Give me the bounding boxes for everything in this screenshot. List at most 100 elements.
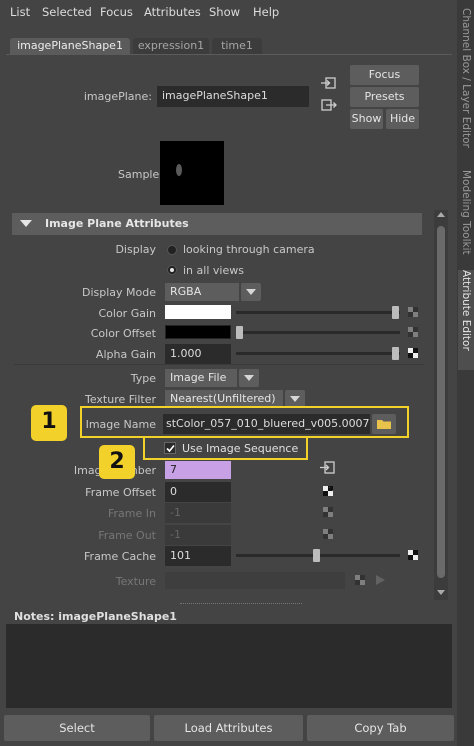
frame-cache-field[interactable]: 101: [165, 546, 231, 566]
frame-in-map-icon[interactable]: [323, 507, 333, 517]
display-mode-label: Display Mode: [81, 286, 156, 299]
menu-show[interactable]: Show: [209, 5, 240, 19]
frame-offset-map-icon[interactable]: [323, 486, 333, 496]
image-name-field[interactable]: stColor_057_010_bluered_v005.0007.jpg: [163, 414, 370, 434]
menu-help[interactable]: Help: [253, 5, 279, 19]
frame-out-label: Frame Out: [98, 529, 156, 542]
select-button[interactable]: Select: [4, 715, 150, 741]
tab-attribute-editor[interactable]: Attribute Editor: [458, 270, 474, 370]
annotation-badge-1: 1: [31, 405, 67, 441]
alpha-gain-slider-handle[interactable]: [392, 347, 399, 360]
frame-offset-field[interactable]: 0: [165, 482, 231, 502]
color-gain-label: Color Gain: [98, 307, 156, 320]
radio-in-all-views[interactable]: [167, 265, 177, 275]
type-label: Type: [130, 372, 156, 385]
image-name-label: Image Name: [85, 418, 156, 431]
frame-out-field[interactable]: -1: [165, 525, 231, 545]
color-offset-slider[interactable]: [236, 331, 400, 334]
notes-textarea[interactable]: [6, 624, 452, 708]
use-image-sequence-label: Use Image Sequence: [182, 442, 299, 455]
radio-looking-through-camera[interactable]: [167, 245, 177, 255]
frame-in-label: Frame In: [108, 507, 156, 520]
menu-list[interactable]: List: [10, 5, 30, 19]
tab-channel-box-label: Channel Box / Layer Editor: [460, 8, 472, 148]
scroll-thumb[interactable]: [437, 226, 445, 578]
notes-title: Notes: imagePlaneShape1: [14, 610, 177, 623]
tab-channel-box[interactable]: Channel Box / Layer Editor: [458, 8, 474, 158]
type-dropdown[interactable]: Image File: [165, 369, 237, 387]
scroll-down-icon[interactable]: [437, 590, 445, 595]
alpha-gain-map-icon[interactable]: [408, 348, 418, 358]
annotation-badge-2: 2: [99, 445, 135, 479]
checkmark-icon: [166, 444, 175, 453]
menu-bar: List Selected Focus Attributes Show Help: [0, 0, 458, 24]
display-mode-dropdown[interactable]: RGBA: [165, 283, 239, 301]
color-offset-map-icon[interactable]: [408, 327, 418, 337]
frame-offset-label: Frame Offset: [85, 486, 156, 499]
chevron-down-icon: [290, 396, 300, 402]
copy-tab-button[interactable]: Copy Tab: [307, 715, 454, 741]
imageplane-field[interactable]: imagePlaneShape1: [157, 86, 309, 107]
alpha-gain-label: Alpha Gain: [95, 348, 156, 361]
scrollbar[interactable]: [434, 210, 448, 600]
texture-map-icon[interactable]: [355, 575, 365, 585]
color-offset-slider-handle[interactable]: [236, 326, 243, 339]
display-opt2-label: in all views: [183, 264, 244, 277]
frame-in-field[interactable]: -1: [165, 503, 231, 523]
use-image-sequence-checkbox[interactable]: [164, 442, 176, 454]
texture-field[interactable]: [165, 572, 345, 589]
color-gain-map-icon[interactable]: [408, 307, 418, 317]
folder-icon: [377, 420, 391, 429]
color-gain-slider[interactable]: [236, 311, 400, 314]
load-attributes-button[interactable]: Load Attributes: [154, 715, 303, 741]
color-offset-swatch[interactable]: [165, 325, 231, 339]
tab-expression1[interactable]: expression1: [133, 38, 209, 54]
frame-cache-label: Frame Cache: [84, 550, 156, 563]
display-mode-arrow-button[interactable]: [241, 283, 261, 301]
texture-label: Texture: [115, 575, 156, 588]
chevron-down-icon: [244, 375, 254, 381]
color-gain-slider-handle[interactable]: [392, 306, 399, 319]
hide-button[interactable]: Hide: [386, 109, 419, 129]
display-label: Display: [115, 243, 156, 256]
tab-attribute-editor-label: Attribute Editor: [460, 270, 472, 351]
alpha-gain-slider[interactable]: [236, 352, 400, 355]
texture-filter-label: Texture Filter: [84, 393, 156, 406]
show-button[interactable]: Show: [350, 109, 383, 129]
texture-connection-icon[interactable]: [373, 573, 389, 587]
sample-swatch: [160, 141, 224, 205]
menu-focus[interactable]: Focus: [100, 5, 133, 19]
color-offset-label: Color Offset: [90, 327, 156, 340]
sample-preview-icon: [176, 164, 182, 176]
tab-time1[interactable]: time1: [212, 38, 262, 54]
tab-divider: [6, 54, 452, 55]
output-connection-icon[interactable]: [321, 99, 337, 111]
frame-cache-slider-handle[interactable]: [313, 549, 320, 562]
color-gain-swatch[interactable]: [165, 305, 231, 319]
pane-splitter[interactable]: [180, 603, 302, 606]
section-title: Image Plane Attributes: [45, 217, 189, 230]
section-divider: [14, 364, 424, 365]
sample-label: Sample: [118, 168, 160, 181]
imageplane-label: imagePlane:: [83, 90, 152, 103]
alpha-gain-field[interactable]: 1.000: [165, 344, 231, 364]
tab-imageplaneshape1[interactable]: imagePlaneShape1: [10, 38, 130, 54]
tab-modeling-toolkit-label: Modeling Toolkit: [460, 170, 472, 255]
collapse-arrow-icon: [20, 220, 32, 227]
menu-selected[interactable]: Selected: [42, 5, 92, 19]
chevron-down-icon: [246, 289, 256, 295]
browse-folder-button[interactable]: [372, 414, 396, 434]
frame-out-map-icon[interactable]: [323, 529, 333, 539]
section-header[interactable]: Image Plane Attributes: [12, 213, 422, 235]
menu-attributes[interactable]: Attributes: [144, 5, 201, 19]
image-number-connection-icon[interactable]: [320, 461, 336, 475]
display-opt1-label: looking through camera: [183, 243, 315, 256]
type-arrow-button[interactable]: [239, 369, 259, 387]
image-number-field[interactable]: 7: [165, 461, 231, 479]
frame-cache-map-icon[interactable]: [408, 550, 418, 560]
tab-modeling-toolkit[interactable]: Modeling Toolkit: [458, 170, 474, 260]
scroll-up-icon[interactable]: [437, 212, 445, 217]
input-connection-icon[interactable]: [321, 77, 337, 89]
focus-button[interactable]: Focus: [350, 65, 419, 85]
presets-button[interactable]: Presets: [350, 87, 419, 107]
